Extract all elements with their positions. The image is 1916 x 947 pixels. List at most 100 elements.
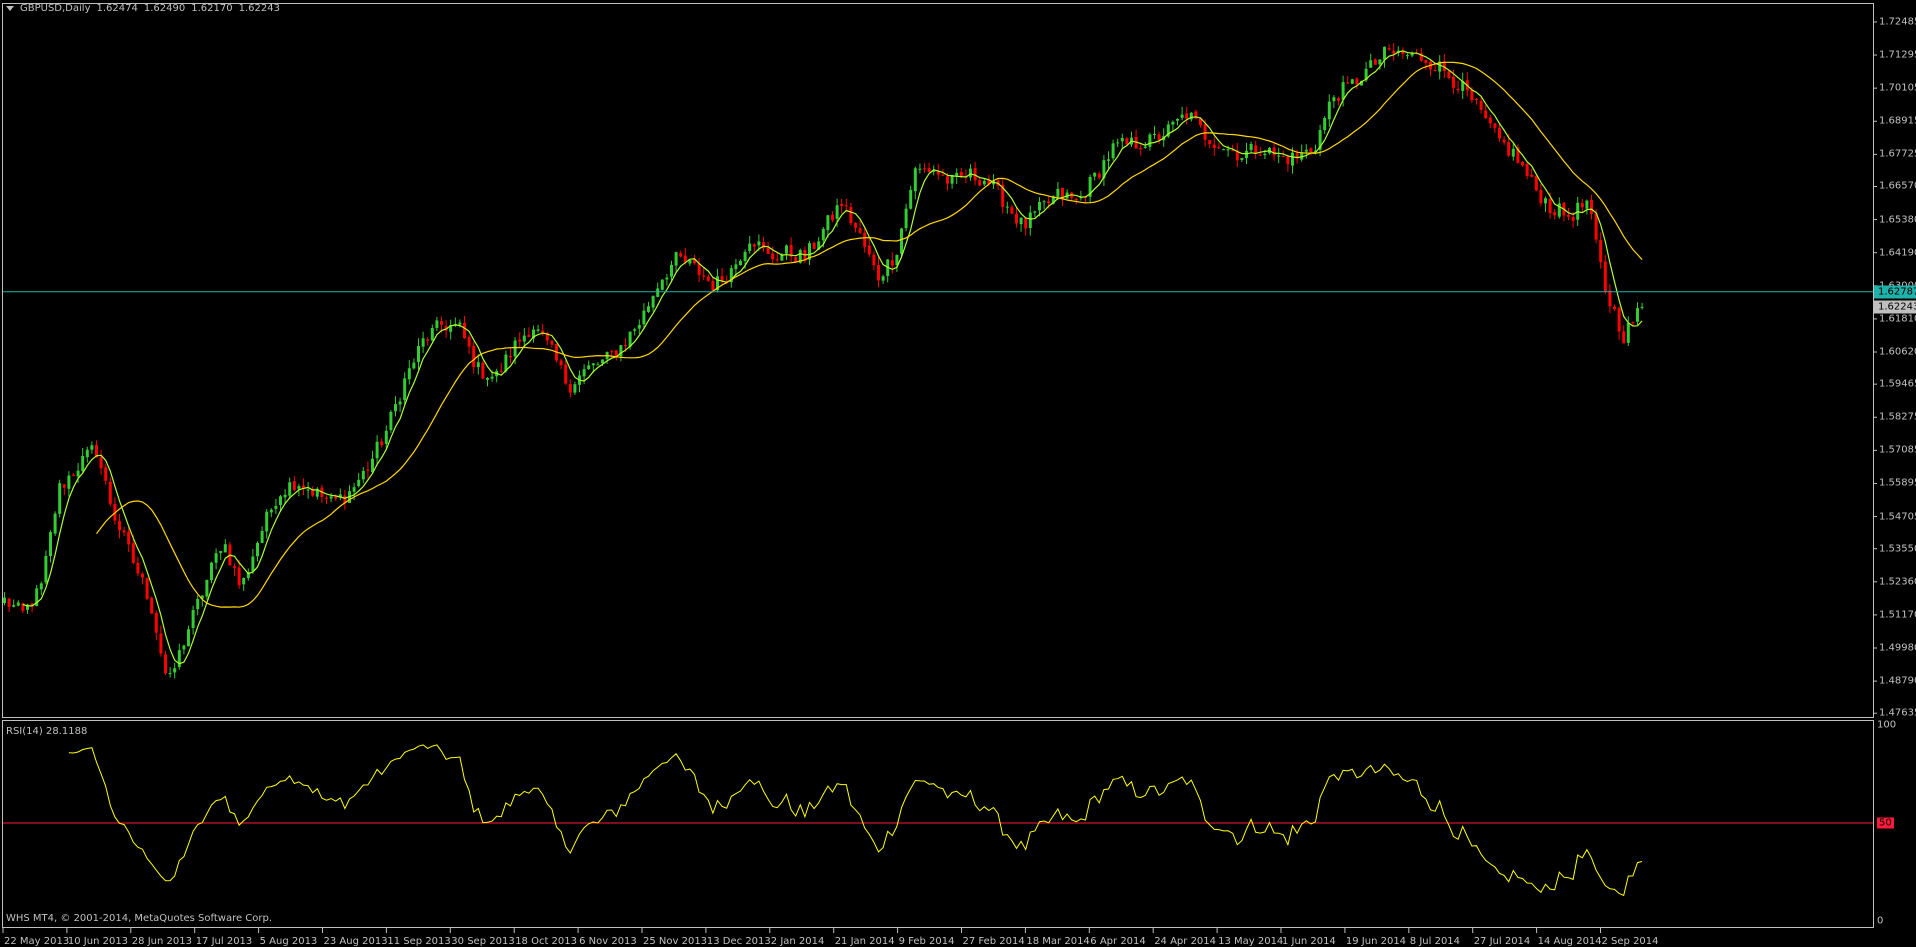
- candle: [927, 162, 931, 173]
- candle: [1406, 53, 1409, 60]
- price-axis-label: 1.55895: [1879, 477, 1916, 489]
- candle: [338, 488, 342, 501]
- candle: [320, 484, 324, 503]
- price-axis-label: 1.66570: [1879, 180, 1916, 192]
- date-axis-label: 5 Aug 2013: [259, 936, 318, 947]
- candle-body: [12, 604, 16, 607]
- candle: [536, 324, 540, 333]
- candle-body: [421, 338, 425, 347]
- candle-body: [564, 364, 568, 384]
- candle-body: [131, 543, 135, 564]
- candle-body: [1622, 331, 1626, 344]
- candle: [210, 561, 213, 584]
- candle-body: [748, 243, 752, 252]
- candle: [527, 327, 531, 338]
- candle: [1493, 122, 1497, 134]
- candle-body: [1185, 113, 1189, 119]
- candle-body: [946, 176, 949, 184]
- candle: [1622, 325, 1626, 344]
- candle-body: [1355, 78, 1359, 85]
- candle-body: [39, 583, 43, 590]
- candle: [154, 610, 158, 641]
- candle: [265, 509, 269, 539]
- candle-body: [1502, 139, 1506, 143]
- candle-body: [1097, 173, 1101, 178]
- candle: [1153, 125, 1156, 139]
- candle-body: [1350, 79, 1354, 84]
- candle-body: [265, 511, 269, 532]
- candle-body: [1488, 117, 1492, 124]
- candle: [361, 467, 365, 484]
- candle: [205, 579, 209, 600]
- date-axis-label: 6 Nov 2013: [579, 936, 637, 947]
- candle-body: [752, 244, 756, 247]
- candle: [182, 644, 186, 655]
- candle-body: [596, 364, 600, 366]
- candle-body: [1217, 147, 1221, 149]
- candle-body: [440, 321, 443, 325]
- candle-body: [67, 475, 71, 489]
- candle: [85, 446, 89, 463]
- candle-body: [357, 479, 361, 487]
- candle-body: [982, 180, 986, 185]
- price-axis-label: 1.65380: [1879, 214, 1916, 226]
- candle-body: [7, 598, 11, 607]
- candle: [973, 161, 977, 186]
- candle: [219, 550, 223, 561]
- candle: [895, 254, 899, 272]
- candle-body: [463, 322, 466, 339]
- candle-body: [522, 335, 526, 342]
- candle-body: [702, 275, 706, 277]
- candle-body: [136, 562, 140, 574]
- candle-body: [1392, 50, 1396, 54]
- candle: [1603, 255, 1607, 294]
- candle-body: [647, 306, 650, 312]
- candle-body: [1203, 124, 1207, 140]
- candle-body: [831, 214, 834, 221]
- candle: [398, 397, 402, 412]
- candle: [67, 471, 71, 497]
- candle: [44, 550, 48, 585]
- price-axis-label: 1.51170: [1879, 609, 1916, 621]
- candle-body: [559, 360, 563, 366]
- date-axis-label: 8 Jul 2014: [1409, 936, 1461, 947]
- date-axis-label: 9 Feb 2014: [898, 936, 955, 947]
- candle: [1401, 47, 1405, 59]
- candle: [1120, 133, 1124, 148]
- price-axis-label: 1.60620: [1879, 346, 1916, 358]
- candle: [679, 250, 683, 258]
- price-chart[interactable]: [0, 0, 1916, 946]
- candle-body: [407, 368, 411, 380]
- candle-body: [711, 281, 715, 291]
- candle-body: [1406, 55, 1409, 57]
- candle: [292, 476, 296, 492]
- candle-body: [1599, 239, 1603, 263]
- candle-body: [1507, 142, 1511, 156]
- date-axis-label: 21 Jan 2014: [834, 936, 895, 947]
- candle: [1350, 78, 1354, 85]
- chart-header: GBPUSD,Daily 1.62474 1.62490 1.62170 1.6…: [6, 3, 280, 14]
- candle: [642, 303, 646, 329]
- candle-body: [1033, 211, 1037, 213]
- candle: [1088, 174, 1092, 204]
- date-axis-label: 10 Jun 2013: [67, 936, 129, 947]
- candle-body: [1373, 59, 1377, 65]
- candle-body: [1553, 212, 1557, 216]
- candle: [1387, 44, 1391, 52]
- candle-body: [619, 345, 623, 357]
- candle: [656, 282, 660, 297]
- candle-body: [1378, 59, 1382, 65]
- dropdown-triangle-icon[interactable]: [6, 6, 14, 11]
- candle-body: [670, 264, 673, 277]
- candle-body: [1263, 153, 1267, 156]
- candle: [380, 438, 384, 448]
- candle: [21, 602, 25, 614]
- candle-body: [168, 673, 172, 675]
- candle-body: [1327, 101, 1331, 120]
- candle: [81, 448, 85, 474]
- candle-body: [1240, 157, 1244, 160]
- candle: [1327, 94, 1331, 127]
- candle: [1097, 171, 1101, 180]
- candle: [886, 259, 890, 283]
- price-axis-label: 1.58275: [1879, 411, 1916, 423]
